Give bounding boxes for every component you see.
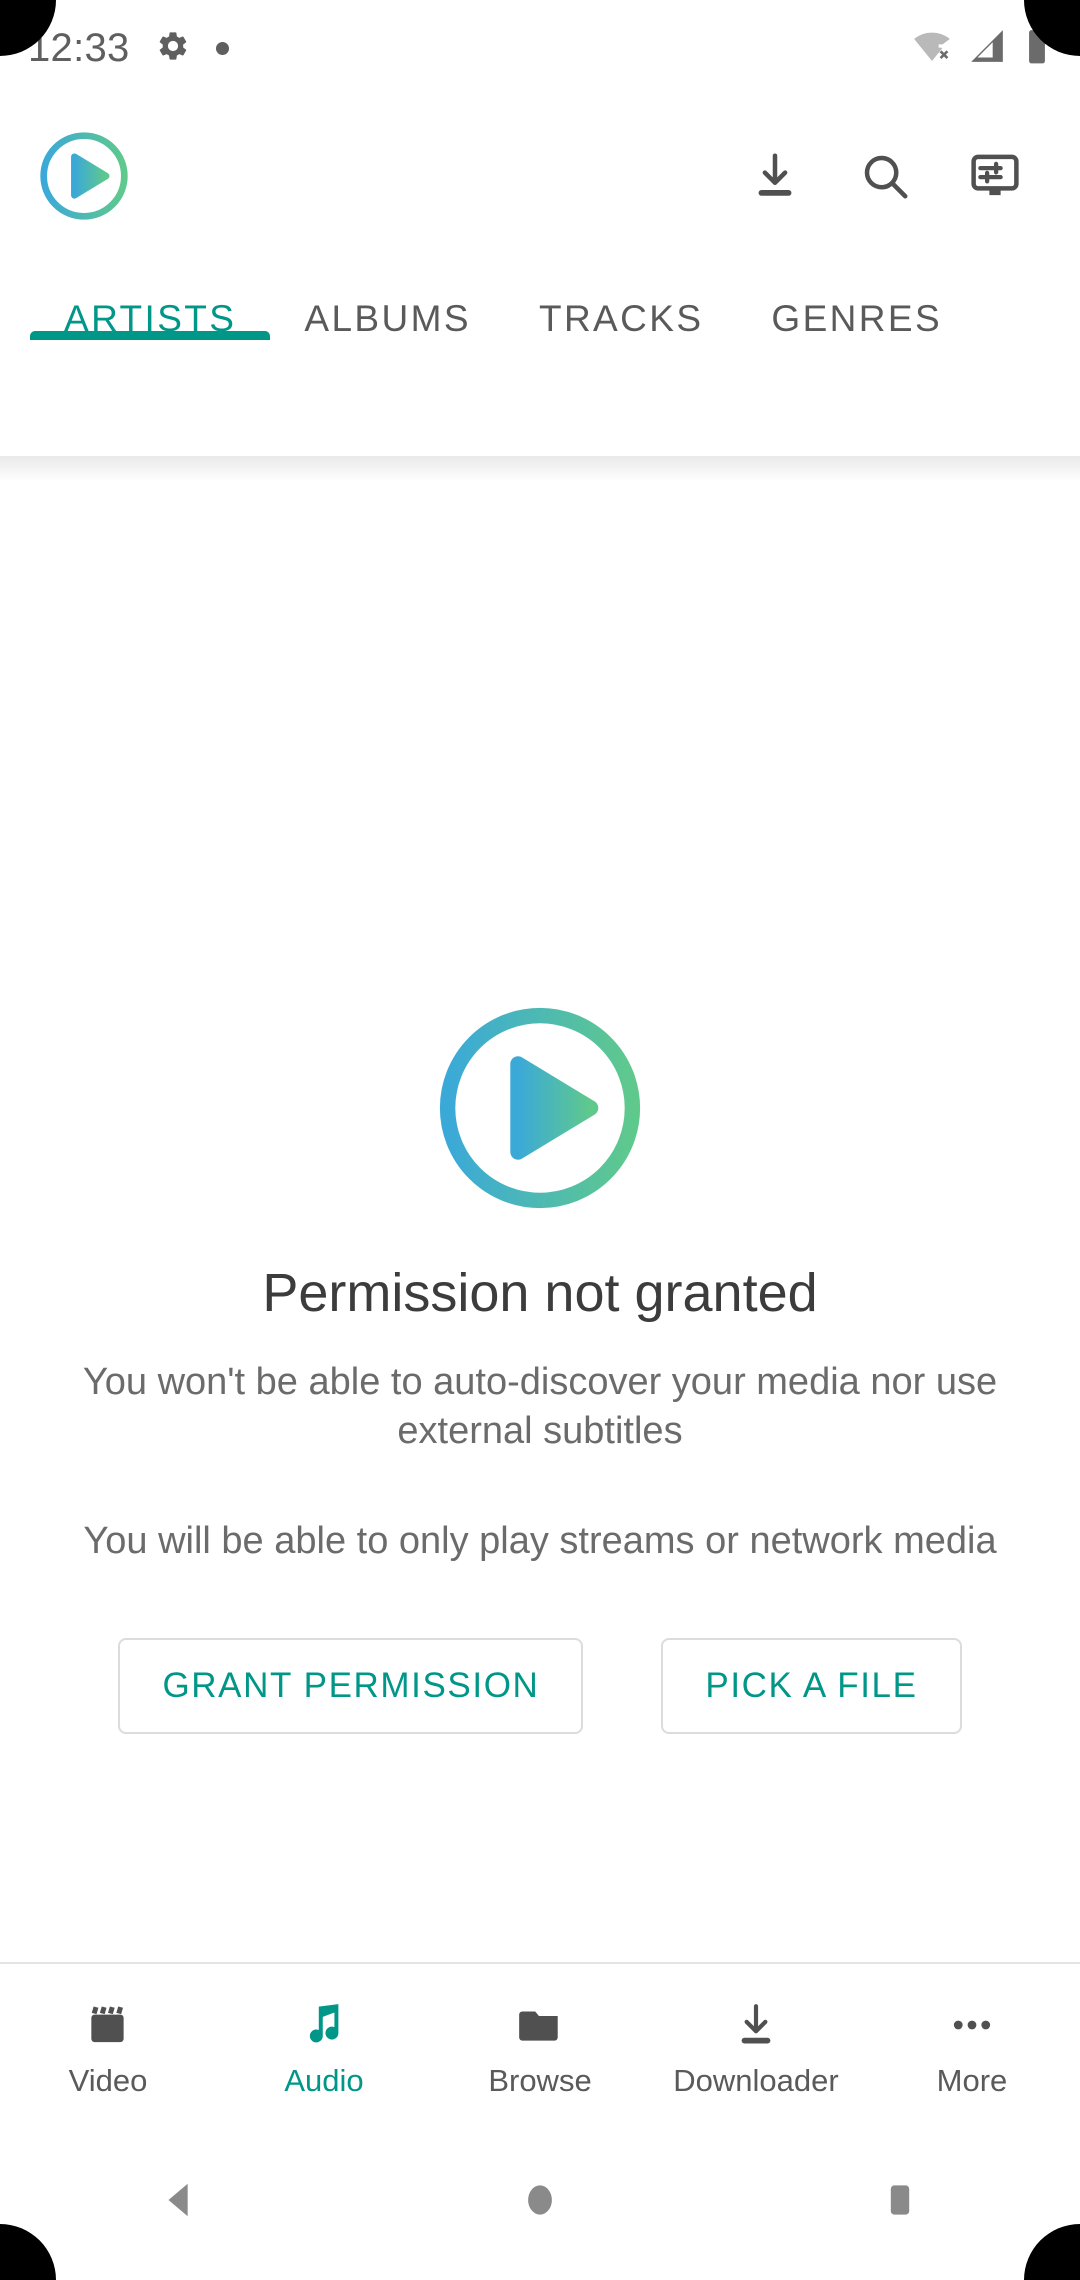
empty-state-description-secondary: You will be able to only play streams or… (83, 1519, 997, 1562)
download-icon (731, 1999, 781, 2051)
nav-item-more[interactable]: More (864, 1964, 1080, 2124)
tab-albums[interactable]: ALBUMS (270, 256, 505, 340)
folder-icon (515, 1999, 565, 2051)
grant-permission-button[interactable]: GRANT PERMISSION (118, 1638, 584, 1735)
nav-item-downloader-label: Downloader (673, 2062, 839, 2098)
more-horizontal-icon (947, 1999, 997, 2051)
bottom-navigation: Video Audio Browse Downloader More (0, 1962, 1080, 2124)
tab-albums-label: ALBUMS (304, 298, 471, 339)
empty-state-description-primary: You won't be able to auto-discover your … (82, 1361, 998, 1453)
android-system-navigation (0, 2124, 1080, 2280)
tab-artists[interactable]: ARTISTS (30, 256, 271, 340)
nav-item-audio-label: Audio (284, 2062, 364, 2098)
tab-tracks-label: TRACKS (538, 298, 704, 339)
circle-home-icon (517, 2177, 563, 2228)
tab-genres[interactable]: GENRES (737, 256, 976, 340)
nav-item-audio[interactable]: Audio (216, 1964, 432, 2124)
empty-state-actions: GRANT PERMISSION PICK A FILE (118, 1638, 962, 1735)
nav-item-video-label: Video (68, 2062, 148, 2098)
tab-bar: ARTISTS ALBUMS TRACKS GENRES (0, 256, 1080, 456)
nav-item-more-label: More (936, 2062, 1008, 2098)
tab-tracks[interactable]: TRACKS (505, 256, 737, 340)
pick-a-file-button[interactable]: PICK A FILE (661, 1638, 962, 1735)
app-bar (0, 96, 1080, 256)
status-bar-right (912, 26, 1052, 71)
download-icon[interactable] (720, 121, 830, 231)
status-bar-left: 12:33 (28, 28, 229, 68)
nav-item-video[interactable]: Video (0, 1964, 216, 2124)
square-recents-icon (877, 2177, 923, 2228)
tab-active-indicator (30, 331, 271, 340)
music-note-icon (299, 1999, 349, 2051)
cell-signal-icon (968, 27, 1006, 70)
nav-item-browse-label: Browse (488, 2062, 592, 2098)
recents-button[interactable] (720, 2124, 1080, 2280)
empty-state-vlc-logo-icon (430, 998, 650, 1218)
status-bar: 12:33 (0, 0, 1080, 96)
home-button[interactable] (360, 2124, 720, 2280)
app-bar-actions (720, 121, 1050, 231)
main-content: Permission not granted You won't be able… (0, 456, 1080, 1964)
tab-strip: ARTISTS ALBUMS TRACKS GENRES (0, 256, 1080, 456)
empty-state-title: Permission not granted (262, 1263, 818, 1323)
display-settings-icon[interactable] (940, 121, 1050, 231)
vlc-play-circle-logo-icon (36, 128, 132, 224)
nav-item-downloader[interactable]: Downloader (648, 1964, 864, 2124)
gear-icon (156, 29, 190, 68)
notification-dot-icon (215, 41, 229, 55)
search-icon[interactable] (830, 121, 940, 231)
triangle-back-icon (157, 2177, 203, 2228)
nav-item-browse[interactable]: Browse (432, 1964, 648, 2124)
wifi-no-connection-icon (912, 26, 952, 71)
battery-full-icon (1022, 27, 1052, 70)
tab-genres-label: GENRES (771, 298, 943, 339)
movie-clapper-icon (83, 1999, 133, 2051)
status-time: 12:33 (28, 26, 130, 70)
back-button[interactable] (0, 2124, 360, 2280)
